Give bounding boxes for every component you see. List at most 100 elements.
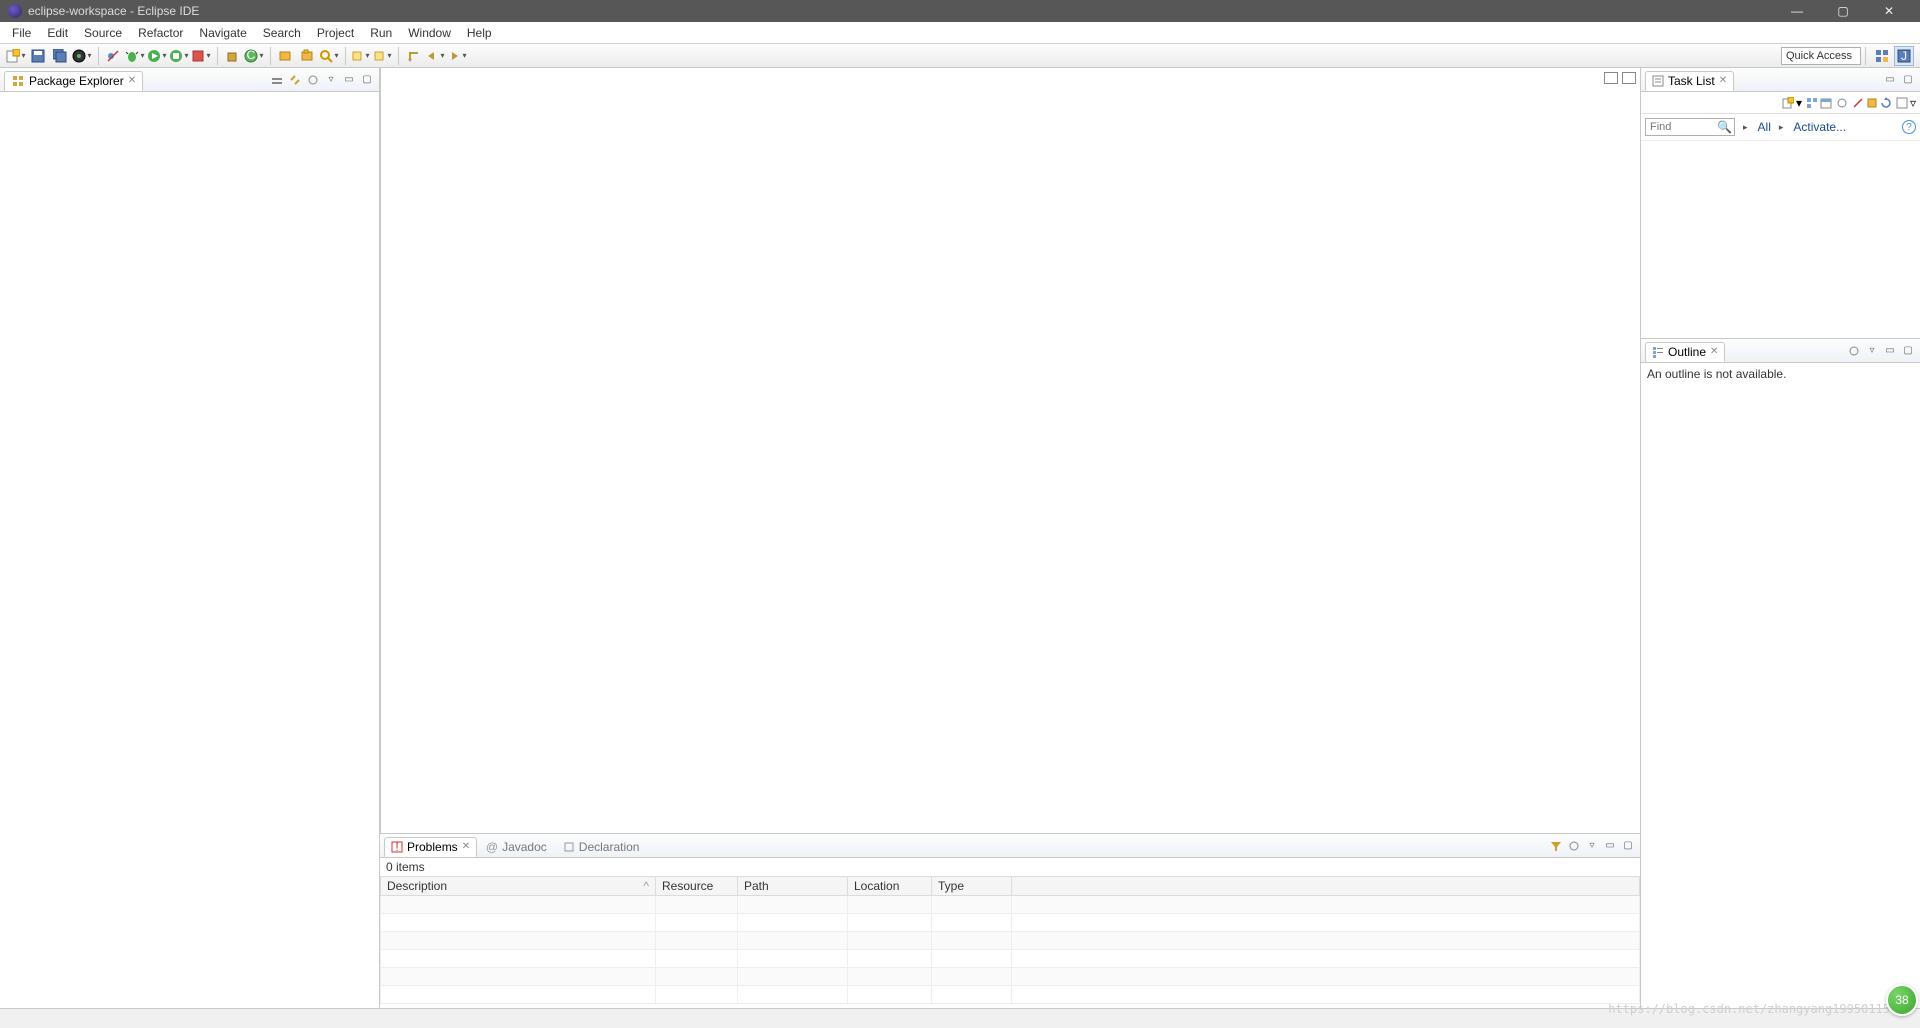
save-button[interactable]	[28, 46, 48, 66]
editor-minimize-icon[interactable]	[1604, 72, 1618, 84]
search-icon[interactable]: 🔍	[1717, 120, 1732, 134]
table-row[interactable]	[381, 932, 1640, 950]
close-icon[interactable]: ✕	[1710, 346, 1718, 357]
open-type-hierarchy-button[interactable]	[297, 46, 317, 66]
package-explorer-tab[interactable]: Package Explorer ✕	[4, 71, 143, 91]
view-menu-icon[interactable]: ▿	[1910, 96, 1916, 110]
scheduled-icon[interactable]	[1820, 97, 1832, 109]
table-row[interactable]	[381, 950, 1640, 968]
notification-badge[interactable]: 38	[1886, 984, 1918, 1016]
help-icon[interactable]: ?	[1902, 120, 1916, 134]
link-editor-icon[interactable]	[287, 72, 303, 88]
problems-table[interactable]: Description ^ Resource Path Location Typ…	[380, 876, 1640, 1004]
task-list-body[interactable]	[1641, 141, 1920, 338]
open-task-button[interactable]	[275, 46, 295, 66]
editor-area[interactable]	[380, 68, 1640, 833]
minimize-button[interactable]: —	[1774, 4, 1820, 18]
menu-source[interactable]: Source	[76, 24, 130, 42]
minimize-icon[interactable]: ▭	[1882, 343, 1898, 359]
menu-refactor[interactable]: Refactor	[130, 24, 191, 42]
col-path[interactable]: Path	[738, 877, 848, 896]
menu-file[interactable]: File	[4, 24, 39, 42]
menu-help[interactable]: Help	[459, 24, 500, 42]
save-all-button[interactable]	[50, 46, 70, 66]
quick-access-field[interactable]: Quick Access	[1781, 47, 1861, 65]
declaration-tab[interactable]: Declaration	[556, 837, 647, 857]
open-perspective-button[interactable]	[1872, 46, 1892, 66]
table-row[interactable]	[381, 914, 1640, 932]
new-java-class-button[interactable]: C	[244, 46, 264, 66]
outline-view: Outline ✕ ▿ ▭ ▢ An outline is not availa…	[1641, 338, 1920, 1008]
coverage-button[interactable]	[169, 46, 189, 66]
minimize-icon[interactable]: ▭	[1602, 838, 1618, 854]
col-location[interactable]: Location	[848, 877, 932, 896]
close-icon[interactable]: ✕	[462, 841, 470, 852]
table-row[interactable]	[381, 896, 1640, 914]
table-row[interactable]	[381, 968, 1640, 986]
collapse-icon[interactable]	[1866, 97, 1878, 109]
annotation-prev-button[interactable]	[350, 46, 370, 66]
synchronize-icon[interactable]	[1880, 97, 1892, 109]
javadoc-icon: @	[486, 841, 498, 853]
search-button[interactable]	[319, 46, 339, 66]
close-icon[interactable]: ✕	[128, 75, 136, 86]
focus-icon[interactable]	[1566, 838, 1582, 854]
task-list-tab[interactable]: Task List ✕	[1645, 71, 1734, 91]
java-perspective-button[interactable]: J	[1894, 46, 1914, 66]
menu-run[interactable]: Run	[362, 24, 400, 42]
back-button[interactable]	[425, 46, 445, 66]
close-icon[interactable]: ✕	[1719, 75, 1727, 86]
view-menu-icon[interactable]: ▿	[1584, 838, 1600, 854]
center-column: ! Problems ✕ @ Javadoc Declaration ▿ ▭	[380, 68, 1640, 1008]
focus-icon[interactable]	[1846, 343, 1862, 359]
editor-maximize-icon[interactable]	[1622, 72, 1636, 84]
run-button[interactable]	[147, 46, 167, 66]
maximize-button[interactable]: ▢	[1820, 4, 1866, 18]
maximize-icon[interactable]: ▢	[1900, 72, 1916, 88]
focus-task-icon[interactable]	[305, 72, 321, 88]
ui-legend-icon[interactable]	[1896, 97, 1908, 109]
menu-search[interactable]: Search	[255, 24, 309, 42]
view-menu-icon[interactable]: ▿	[1864, 343, 1880, 359]
package-explorer-body[interactable]	[0, 92, 379, 1008]
javadoc-tab[interactable]: @ Javadoc	[479, 837, 554, 857]
close-button[interactable]: ✕	[1866, 4, 1912, 18]
hide-completed-icon[interactable]	[1852, 97, 1864, 109]
maximize-icon[interactable]: ▢	[1620, 838, 1636, 854]
view-menu-icon[interactable]: ▿	[323, 72, 339, 88]
last-edit-button[interactable]	[403, 46, 423, 66]
new-task-icon[interactable]	[1782, 97, 1794, 109]
problems-tab[interactable]: ! Problems ✕	[384, 837, 477, 857]
minimize-icon[interactable]: ▭	[341, 72, 357, 88]
filter-icon[interactable]	[1548, 838, 1564, 854]
col-type[interactable]: Type	[932, 877, 1012, 896]
maximize-icon[interactable]: ▢	[1900, 343, 1916, 359]
maximize-icon[interactable]: ▢	[359, 72, 375, 88]
table-row[interactable]	[381, 986, 1640, 1004]
forward-button[interactable]	[447, 46, 467, 66]
col-resource[interactable]: Resource	[656, 877, 738, 896]
collapse-all-icon[interactable]	[269, 72, 285, 88]
menu-navigate[interactable]: Navigate	[191, 24, 254, 42]
bottom-tabbar: ! Problems ✕ @ Javadoc Declaration ▿ ▭	[380, 834, 1640, 858]
separator	[98, 47, 99, 65]
run-last-button[interactable]	[191, 46, 211, 66]
task-activate-link[interactable]: Activate...	[1793, 120, 1846, 134]
col-description[interactable]: Description ^	[381, 877, 656, 896]
annotation-next-button[interactable]	[372, 46, 392, 66]
categorized-icon[interactable]	[1806, 97, 1818, 109]
skip-breakpoints-button[interactable]	[103, 46, 123, 66]
new-button[interactable]	[6, 46, 26, 66]
new-task-dd-icon[interactable]: ▾	[1796, 96, 1802, 110]
minimize-icon[interactable]: ▭	[1882, 72, 1898, 88]
task-all-link[interactable]: All	[1758, 120, 1771, 134]
menu-project[interactable]: Project	[309, 24, 362, 42]
outline-tab[interactable]: Outline ✕	[1645, 342, 1725, 362]
separator	[345, 47, 346, 65]
open-type-button[interactable]	[72, 46, 92, 66]
menu-window[interactable]: Window	[400, 24, 459, 42]
new-java-package-button[interactable]	[222, 46, 242, 66]
focus-workweek-icon[interactable]	[1836, 97, 1848, 109]
debug-button[interactable]	[125, 46, 145, 66]
menu-edit[interactable]: Edit	[39, 24, 76, 42]
